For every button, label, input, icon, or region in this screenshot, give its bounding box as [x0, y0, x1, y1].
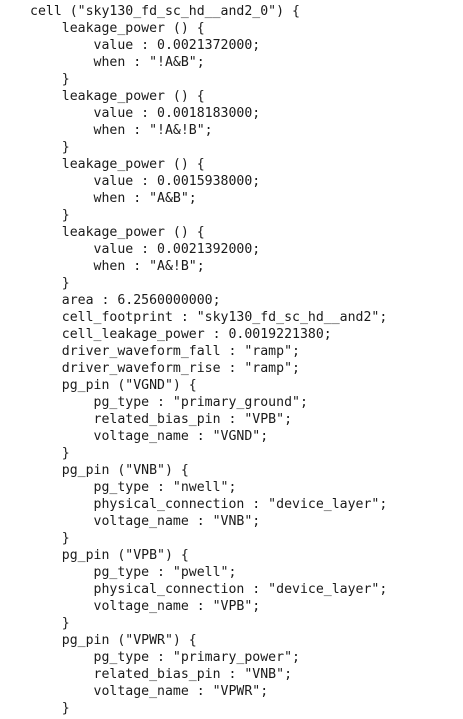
code-line: value : 0.0021392000; — [30, 242, 261, 257]
code-line: driver_waveform_rise : "ramp"; — [30, 361, 300, 376]
code-line: when : "!A&B"; — [30, 55, 205, 70]
code-line: voltage_name : "VGND"; — [30, 429, 269, 444]
code-line: related_bias_pin : "VPB"; — [30, 412, 293, 427]
code-line: } — [30, 616, 70, 631]
code-line: value : 0.0021372000; — [30, 38, 261, 53]
code-line: related_bias_pin : "VNB"; — [30, 667, 293, 682]
code-line: } — [30, 701, 70, 716]
code-line: pg_type : "pwell"; — [30, 565, 237, 580]
code-line: pg_pin ("VGND") { — [30, 378, 197, 393]
code-line: voltage_name : "VNB"; — [30, 514, 261, 529]
code-line: pg_type : "primary_power"; — [30, 650, 300, 665]
code-line: when : "A&!B"; — [30, 259, 205, 274]
code-line: when : "!A&!B"; — [30, 123, 213, 138]
code-line: voltage_name : "VPWR"; — [30, 684, 269, 699]
code-line: } — [30, 72, 70, 87]
code-line: cell ("sky130_fd_sc_hd__and2_0") { — [30, 4, 300, 19]
code-line: voltage_name : "VPB"; — [30, 599, 261, 614]
code-line: leakage_power () { — [30, 21, 205, 36]
code-line: leakage_power () { — [30, 89, 205, 104]
code-line: cell_footprint : "sky130_fd_sc_hd__and2"… — [30, 310, 388, 325]
code-line: pg_pin ("VPB") { — [30, 548, 189, 563]
code-line: cell_leakage_power : 0.0019221380; — [30, 327, 332, 342]
code-line: physical_connection : "device_layer"; — [30, 582, 388, 597]
code-line: } — [30, 531, 70, 546]
code-lines: cell ("sky130_fd_sc_hd__and2_0") { leaka… — [30, 3, 387, 717]
code-line: pg_pin ("VNB") { — [30, 463, 189, 478]
code-line: driver_waveform_fall : "ramp"; — [30, 344, 300, 359]
code-line: pg_type : "primary_ground"; — [30, 395, 308, 410]
code-line: physical_connection : "device_layer"; — [30, 497, 388, 512]
code-line: leakage_power () { — [30, 225, 205, 240]
code-line: } — [30, 140, 70, 155]
code-line: value : 0.0018183000; — [30, 106, 261, 121]
code-line: } — [30, 208, 70, 223]
code-line: pg_pin ("VPWR") { — [30, 633, 197, 648]
code-line: area : 6.2560000000; — [30, 293, 221, 308]
code-line: } — [30, 276, 70, 291]
code-line: value : 0.0015938000; — [30, 174, 261, 189]
code-line: } — [30, 446, 70, 461]
code-view: cell ("sky130_fd_sc_hd__and2_0") { leaka… — [0, 0, 463, 719]
code-line: leakage_power () { — [30, 157, 205, 172]
code-line: pg_type : "nwell"; — [30, 480, 237, 495]
code-line: when : "A&B"; — [30, 191, 197, 206]
